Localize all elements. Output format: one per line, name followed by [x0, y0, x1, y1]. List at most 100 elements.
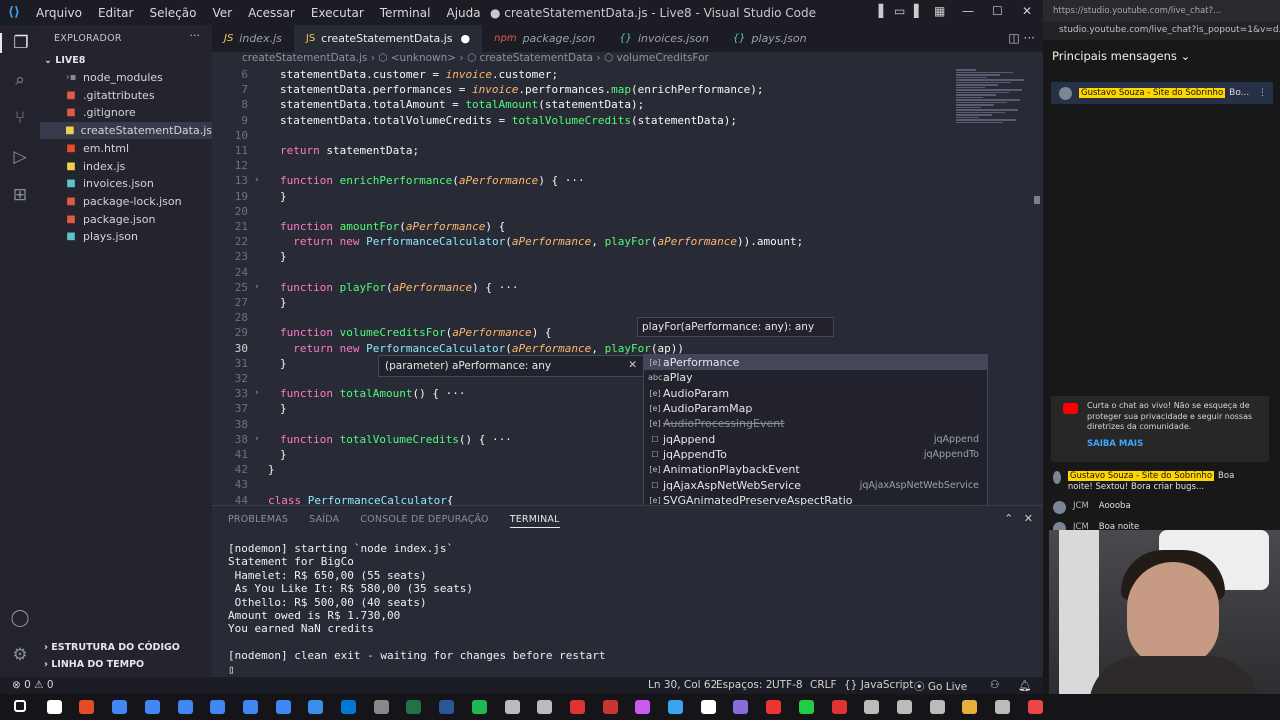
- toggle-panel-icon[interactable]: ▭: [894, 4, 905, 18]
- toggle-sidebar-icon[interactable]: ▐: [874, 4, 883, 18]
- taskbar-app-icon[interactable]: [210, 700, 226, 714]
- file-item[interactable]: ■ invoices.json: [40, 175, 212, 192]
- menu-acessar[interactable]: Acessar: [240, 6, 303, 20]
- menu-arquivo[interactable]: Arquivo: [28, 6, 90, 20]
- timeline-section[interactable]: › LINHA DO TEMPO: [44, 659, 144, 670]
- taskbar-app-icon[interactable]: [896, 700, 912, 714]
- project-folder[interactable]: ⌄ LIVE8: [44, 55, 85, 66]
- notifications-bell-icon[interactable]: 🔔︎: [1018, 679, 1031, 692]
- tab-output[interactable]: SAÍDA: [309, 514, 339, 528]
- run-debug-icon[interactable]: ▷: [0, 147, 40, 167]
- tab-terminal[interactable]: TERMINAL: [509, 514, 560, 528]
- suggestion-item[interactable]: ☐ jqAppend jqAppend: [644, 431, 987, 446]
- outline-section[interactable]: › ESTRUTURA DO CÓDIGO: [44, 642, 180, 653]
- suggestion-item[interactable]: [e] AudioParam: [644, 386, 987, 401]
- tab-debug-console[interactable]: CONSOLE DE DEPURAÇÃO: [360, 514, 488, 528]
- taskbar-app-icon[interactable]: [1027, 700, 1043, 714]
- taskbar-app-icon[interactable]: [79, 700, 95, 714]
- maximize-panel-icon[interactable]: ⌃: [1004, 512, 1013, 525]
- editor-tab[interactable]: JS createStatementData.js ●: [293, 25, 483, 52]
- menu-editar[interactable]: Editar: [90, 6, 142, 20]
- more-actions-icon[interactable]: ···: [190, 29, 201, 42]
- taskbar-app-icon[interactable]: [504, 700, 520, 714]
- suggestion-item[interactable]: ☐ jqAjaxAspNetWebService jqAjaxAspNetWebSe…: [644, 477, 987, 492]
- file-item[interactable]: ■ index.js: [40, 158, 212, 175]
- layout-icon[interactable]: ▦: [934, 4, 945, 18]
- settings-gear-icon[interactable]: ⚙: [0, 645, 40, 665]
- suggestion-item[interactable]: [e] AnimationPlaybackEvent: [644, 462, 987, 477]
- line-ending[interactable]: CRLF: [810, 679, 837, 691]
- fold-chevron-icon[interactable]: ›: [255, 282, 259, 292]
- file-item[interactable]: ■ em.html: [40, 140, 212, 157]
- indentation[interactable]: Espaços: 2: [716, 679, 772, 691]
- editor-tab[interactable]: {} plays.json: [721, 25, 819, 52]
- file-item[interactable]: ›▪ node_modules: [40, 69, 212, 86]
- suggestion-item[interactable]: abc aPlay: [644, 370, 987, 385]
- taskbar-app-icon[interactable]: [733, 700, 749, 714]
- pinned-message[interactable]: Gustavo Souza - Site do Sobrinho Bo... ⋮: [1051, 82, 1273, 104]
- taskbar-app-icon[interactable]: [406, 700, 422, 714]
- taskbar-app-icon[interactable]: [602, 700, 618, 714]
- taskbar-app-icon[interactable]: [635, 700, 651, 714]
- file-item[interactable]: ■ package.json: [40, 211, 212, 228]
- taskbar-app-icon[interactable]: [439, 700, 455, 714]
- split-editor-icon[interactable]: ◫ ···: [1008, 31, 1035, 45]
- taskbar-app-icon[interactable]: [373, 700, 389, 714]
- taskbar-app-icon[interactable]: [831, 700, 847, 714]
- file-item[interactable]: ■ createStatementData.js: [40, 122, 212, 140]
- taskbar-app-icon[interactable]: [471, 700, 487, 714]
- accounts-icon[interactable]: ⚇: [990, 679, 999, 691]
- toggle-secondary-sidebar-icon[interactable]: ▌: [914, 4, 923, 18]
- chat-url-bar[interactable]: https://studio.youtube.com/live_chat?...: [1043, 0, 1280, 22]
- taskbar-app-icon[interactable]: [537, 700, 553, 714]
- minimap[interactable]: [956, 68, 1028, 138]
- taskbar-app-icon[interactable]: [929, 700, 945, 714]
- maximize-icon[interactable]: ☐: [992, 4, 1003, 18]
- menu-terminal[interactable]: Terminal: [372, 6, 439, 20]
- explorer-icon[interactable]: ❐: [0, 33, 40, 53]
- breadcrumb[interactable]: createStatementData.js › ⬡ <unknown> › ⬡…: [212, 52, 1043, 68]
- source-control-icon[interactable]: ⑂: [0, 108, 40, 128]
- learn-more-link[interactable]: SAIBA MAIS: [1087, 439, 1263, 450]
- taskbar-app-icon[interactable]: [308, 700, 324, 714]
- close-panel-icon[interactable]: ✕: [1024, 512, 1033, 525]
- menu-selecao[interactable]: Seleção: [141, 6, 204, 20]
- more-options-icon[interactable]: ⋮: [1258, 88, 1267, 98]
- suggestion-item[interactable]: [e] AudioParamMap: [644, 401, 987, 416]
- suggestion-item[interactable]: ☐ jqAppendTo jqAppendTo: [644, 447, 987, 462]
- language-mode[interactable]: {} JavaScript: [844, 679, 913, 691]
- file-item[interactable]: ■ .gitattributes: [40, 87, 212, 104]
- minimize-icon[interactable]: —: [962, 4, 974, 18]
- taskbar-app-icon[interactable]: [798, 700, 814, 714]
- editor-scrollbar[interactable]: [1034, 196, 1040, 204]
- extensions-icon[interactable]: ⊞: [0, 185, 40, 205]
- taskbar-app-icon[interactable]: [668, 700, 683, 714]
- suggestion-item[interactable]: [e] aPerformance: [644, 355, 987, 371]
- problems-indicator[interactable]: ⊗ 0 ⚠ 0: [12, 679, 54, 691]
- fold-chevron-icon[interactable]: ›: [255, 175, 259, 185]
- taskbar-app-icon[interactable]: [112, 700, 128, 714]
- taskbar-app-icon[interactable]: [242, 700, 258, 714]
- taskbar-app-icon[interactable]: [766, 700, 782, 714]
- taskbar-app-icon[interactable]: [144, 700, 160, 714]
- editor-tab[interactable]: npm package.json: [482, 25, 607, 52]
- fold-chevron-icon[interactable]: ›: [255, 388, 259, 398]
- suggestion-item[interactable]: [e] AudioProcessingEvent: [644, 416, 987, 431]
- taskbar-app-icon[interactable]: [700, 700, 716, 714]
- taskbar-app-icon[interactable]: [341, 700, 356, 714]
- menu-ajuda[interactable]: Ajuda: [438, 6, 488, 20]
- tab-problems[interactable]: PROBLEMAS: [228, 514, 288, 528]
- account-icon[interactable]: ◯: [0, 608, 40, 628]
- encoding[interactable]: UTF-8: [772, 679, 803, 691]
- chat-mode-dropdown[interactable]: Principais mensagens ⌄: [1052, 49, 1190, 63]
- search-icon[interactable]: ⌕: [0, 70, 40, 90]
- fold-chevron-icon[interactable]: ›: [255, 434, 259, 444]
- file-item[interactable]: ■ .gitignore: [40, 104, 212, 121]
- taskbar-app-icon[interactable]: [177, 700, 193, 714]
- taskbar-app-icon[interactable]: [569, 700, 585, 714]
- taskbar-app-icon[interactable]: [995, 700, 1010, 714]
- go-live-button[interactable]: ⦿ Go Live: [914, 679, 967, 694]
- unsaved-dot-icon[interactable]: ●: [461, 32, 471, 45]
- taskbar-app-icon[interactable]: [962, 700, 978, 714]
- editor-tab[interactable]: JS index.js: [212, 25, 294, 52]
